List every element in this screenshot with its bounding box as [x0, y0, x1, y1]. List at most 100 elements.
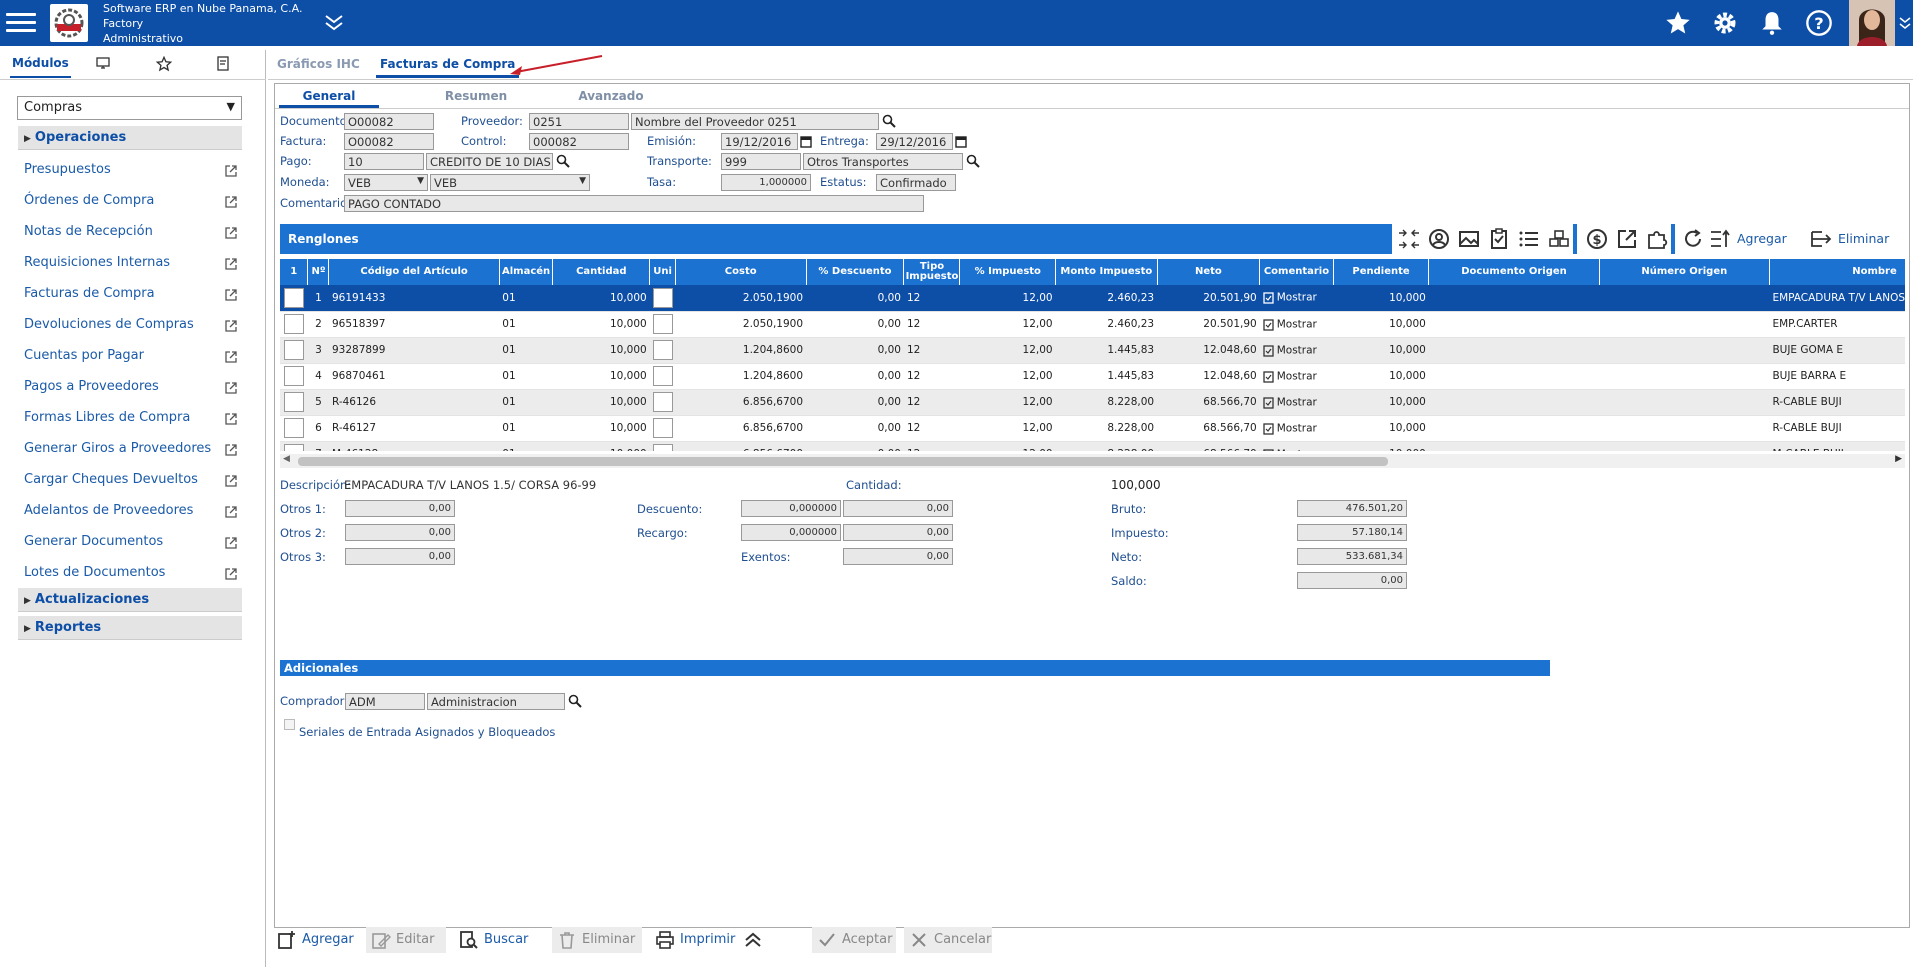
codigo-cell[interactable]: 93287899 [328, 337, 500, 364]
double-chevron-up-icon[interactable] [742, 929, 764, 951]
sidebar-item-facturas[interactable]: Facturas de Compra [24, 286, 238, 308]
search-proveedor-icon[interactable] [882, 114, 896, 128]
notes-icon[interactable] [216, 56, 230, 78]
comentario-cell[interactable]: Mostrar [1259, 441, 1334, 451]
module-select[interactable]: Compras ▼ [17, 96, 242, 120]
tipo-impuesto-cell[interactable]: 12 [903, 363, 960, 390]
export-icon[interactable] [1615, 227, 1639, 251]
pago-desc-field[interactable]: CREDITO DE 10 DIAS [426, 153, 553, 170]
favorites-star-icon[interactable] [155, 55, 173, 78]
unidad-cell[interactable] [649, 363, 676, 390]
col-header-comentario[interactable]: Comentario [1259, 259, 1334, 285]
unidad-cell[interactable] [649, 415, 676, 442]
descuento-cell[interactable]: 0,00 [806, 363, 904, 390]
comentario-cell[interactable]: Mostrar [1259, 415, 1334, 442]
unidad-cell[interactable] [649, 441, 676, 451]
entrega-date-field[interactable]: 29/12/2016 [876, 133, 953, 150]
row-select-cell[interactable] [280, 311, 308, 338]
boxes-icon[interactable] [1547, 227, 1571, 251]
unidad-box[interactable] [652, 444, 673, 451]
buscar-button[interactable]: Buscar [454, 927, 540, 953]
cantidad-cell[interactable]: 10,000 [552, 363, 650, 390]
control-field[interactable]: 000082 [529, 133, 629, 150]
impuesto-field[interactable]: 57.180,14 [1297, 524, 1407, 541]
col-header-codigo[interactable]: Código del Artículo [328, 259, 500, 285]
otros3-field[interactable]: 0,00 [345, 548, 455, 565]
codigo-cell[interactable]: R-46126 [328, 389, 500, 416]
row-select-cell[interactable] [280, 389, 308, 416]
descuento-cell[interactable]: 0,00 [806, 415, 904, 442]
almacen-cell[interactable]: 01 [499, 389, 553, 416]
horizontal-scrollbar[interactable]: ◀ ▶ [280, 454, 1905, 468]
almacen-cell[interactable]: 01 [499, 311, 553, 338]
pago-code-field[interactable]: 10 [344, 153, 424, 170]
tab-general[interactable]: General [279, 89, 379, 108]
cancelar-button[interactable]: Cancelar [904, 927, 992, 953]
pct-impuesto-cell[interactable]: 12,00 [959, 441, 1056, 451]
sidebar-item-lotes[interactable]: Lotes de Documentos [24, 565, 238, 587]
costo-cell[interactable]: 2.050,1900 [675, 285, 807, 312]
codigo-cell[interactable]: 96191433 [328, 285, 500, 312]
comentario-cell[interactable]: Mostrar [1259, 389, 1334, 416]
cantidad-cell[interactable]: 10,000 [552, 415, 650, 442]
cantidad-cell[interactable]: 10,000 [552, 311, 650, 338]
tab-facturas-compra[interactable]: Facturas de Compra [376, 57, 520, 78]
col-header-documento-origen[interactable]: Documento Origen [1428, 259, 1600, 285]
costo-cell[interactable]: 2.050,1900 [675, 311, 807, 338]
pct-impuesto-cell[interactable]: 12,00 [959, 389, 1056, 416]
table-row[interactable]: 5 R-46126 01 10,000 6.856,6700 0,00 12 12,00 8.2… [280, 389, 1905, 416]
col-header-numero-origen[interactable]: Número Origen [1599, 259, 1770, 285]
search-transporte-icon[interactable] [966, 154, 980, 168]
sidebar-item-requisiciones[interactable]: Requisiciones Internas [24, 255, 238, 277]
row-checkbox[interactable] [283, 366, 304, 386]
almacen-cell[interactable]: 01 [499, 363, 553, 390]
otros2-field[interactable]: 0,00 [345, 524, 455, 541]
col-header-descuento[interactable]: % Descuento [806, 259, 905, 285]
menu-icon[interactable] [4, 8, 38, 38]
unidad-box[interactable] [652, 287, 673, 308]
mostrar-link[interactable]: Mostrar [1277, 292, 1317, 304]
exentos-field[interactable]: 0,00 [843, 548, 953, 565]
row-select-cell[interactable] [280, 415, 308, 442]
scrollbar-thumb[interactable] [298, 457, 1388, 466]
descuento-pct-field[interactable]: 0,000000 [741, 500, 841, 517]
calendar-icon[interactable] [800, 135, 812, 148]
recargo-pct-field[interactable]: 0,000000 [741, 524, 841, 541]
descuento-amount-field[interactable]: 0,00 [843, 500, 953, 517]
transporte-desc-field[interactable]: Otros Transportes [803, 153, 963, 170]
puzzle-icon[interactable] [1645, 227, 1669, 251]
descuento-cell[interactable]: 0,00 [806, 441, 904, 451]
tab-avanzado[interactable]: Avanzado [561, 89, 661, 103]
scroll-left-icon[interactable]: ◀ [283, 454, 290, 464]
table-row[interactable]: 6 R-46127 01 10,000 6.856,6700 0,00 12 12,00 8.2… [280, 415, 1905, 442]
row-checkbox[interactable] [283, 392, 304, 412]
costo-cell[interactable]: 6.856,6700 [675, 415, 807, 442]
costo-cell[interactable]: 1.204,8600 [675, 337, 807, 364]
col-header-numero[interactable]: Nº [307, 259, 330, 285]
search-pago-icon[interactable] [556, 154, 570, 168]
tipo-impuesto-cell[interactable]: 12 [903, 441, 960, 451]
otros1-field[interactable]: 0,00 [345, 500, 455, 517]
comentario-cell[interactable]: Mostrar [1259, 363, 1334, 390]
bruto-field[interactable]: 476.501,20 [1297, 500, 1407, 517]
aceptar-button[interactable]: Aceptar [812, 927, 896, 953]
sidebar-item-ordenes[interactable]: Órdenes de Compra [24, 193, 238, 215]
bell-icon[interactable] [1756, 7, 1788, 39]
descuento-cell[interactable]: 0,00 [806, 337, 904, 364]
unidad-box[interactable] [652, 418, 673, 438]
tipo-impuesto-cell[interactable]: 12 [903, 311, 960, 338]
proveedor-name-field[interactable]: Nombre del Proveedor 0251 [631, 113, 879, 130]
sidebar-item-cuentas-pagar[interactable]: Cuentas por Pagar [24, 348, 238, 370]
saldo-field[interactable]: 0,00 [1297, 572, 1407, 589]
col-header-unidad[interactable]: Uni [649, 259, 676, 285]
pct-impuesto-cell[interactable]: 12,00 [959, 337, 1056, 364]
chevron-down-icon[interactable] [1898, 14, 1912, 32]
col-header-neto[interactable]: Neto [1157, 259, 1261, 285]
costo-cell[interactable]: 6.856,6700 [675, 441, 807, 451]
pct-impuesto-cell[interactable]: 12,00 [959, 415, 1056, 442]
row-select-cell[interactable] [280, 441, 308, 451]
col-header-select[interactable]: 1 [280, 259, 309, 285]
comprador-code-field[interactable]: ADM [345, 693, 425, 710]
row-select-cell[interactable] [280, 363, 308, 390]
tipo-impuesto-cell[interactable]: 12 [903, 337, 960, 364]
